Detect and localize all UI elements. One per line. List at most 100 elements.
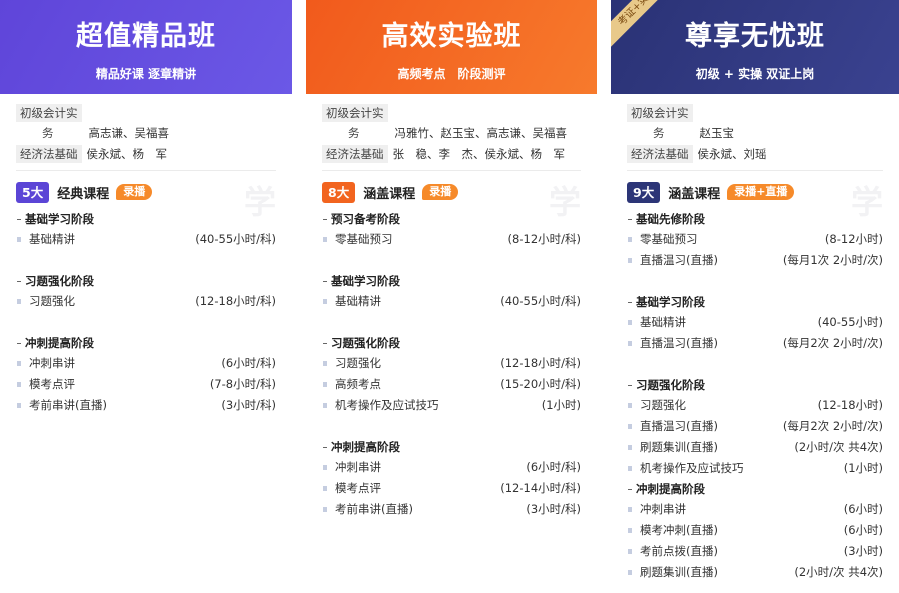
list-item: 习题强化 (12-18小时) xyxy=(627,395,883,416)
teacher-list: 初级会计实 务 冯雅竹、赵玉宝、高志谦、吴福喜 经济法基础 张 稳、李 杰、侯永… xyxy=(322,104,581,164)
card-subtitle: 高频考点 阶段测评 xyxy=(397,67,506,81)
list-item: 冲刺串讲 (6小时/科) xyxy=(16,353,276,374)
card-subtitle: 精品好课 逐章精讲 xyxy=(95,67,197,81)
item-name: 模考冲刺(直播) xyxy=(640,523,718,537)
bullet-icon xyxy=(17,237,21,242)
stage-title: 习题强化阶段 xyxy=(627,375,883,395)
course-count-badge: 9大 xyxy=(627,181,661,203)
item-name: 习题强化 xyxy=(29,294,75,308)
bullet-icon xyxy=(323,361,327,366)
item-hours: (7-8小时/科) xyxy=(209,377,276,391)
item-name: 直播温习(直播) xyxy=(640,336,718,350)
subject-tag: 务 xyxy=(653,126,665,140)
course-summary: 5大 经典课程 录播 学 xyxy=(16,181,276,221)
course-card-efficient[interactable]: 高效实验班 高频考点 阶段测评 初级会计实 务 冯雅竹、赵玉宝、高志谦、吴福喜 … xyxy=(306,0,597,593)
list-item: 考前点拨(直播) (3小时) xyxy=(627,541,883,562)
item-name: 零基础预习 xyxy=(640,232,698,246)
bullet-icon xyxy=(628,403,632,408)
item-name: 考前串讲(直播) xyxy=(29,398,107,412)
item-hours: (12-18小时/科) xyxy=(195,294,276,308)
item-hours: (12-14小时/科) xyxy=(500,481,581,495)
subject-tag: 初级会计实 xyxy=(322,104,388,122)
item-hours: (每月2次 2小时/次) xyxy=(782,336,883,350)
teacher-row: 经济法基础 侯永斌、杨 军 xyxy=(16,144,276,164)
teacher-list: 初级会计实 务 高志谦、吴福喜 经济法基础 侯永斌、杨 军 xyxy=(16,104,276,164)
bullet-icon xyxy=(628,258,632,263)
list-item: 考前串讲(直播) (3小时/科) xyxy=(322,499,581,520)
item-name: 基础精讲 xyxy=(29,232,75,246)
list-item: 机考操作及应试技巧 (1小时) xyxy=(627,458,883,479)
bullet-icon xyxy=(17,299,21,304)
item-name: 机考操作及应试技巧 xyxy=(335,398,439,412)
list-item: 习题强化 (12-18小时/科) xyxy=(16,291,276,312)
item-name: 刷题集训(直播) xyxy=(640,565,718,579)
card-body: 初级会计实 务 冯雅竹、赵玉宝、高志谦、吴福喜 经济法基础 张 稳、李 杰、侯永… xyxy=(306,94,597,520)
course-summary: 9大 涵盖课程 录播+直播 学 xyxy=(627,181,883,221)
item-hours: (1小时) xyxy=(843,461,883,475)
teacher-names: 侯永斌、杨 军 xyxy=(86,147,168,161)
list-item: 直播温习(直播) (每月1次 2小时/次) xyxy=(627,250,883,271)
list-item: 模考点评 (12-14小时/科) xyxy=(322,478,581,499)
item-name: 高频考点 xyxy=(335,377,381,391)
course-card-vip[interactable]: 考证+实 尊享无忧班 初级 + 实操 双证上岗 初级会计实 务 赵玉宝 经济法基… xyxy=(611,0,899,593)
course-comparison-page: 超值精品班 精品好课 逐章精讲 初级会计实 务 高志谦、吴福喜 经济法基础 侯永… xyxy=(0,0,899,593)
item-name: 冲刺串讲 xyxy=(29,356,75,370)
item-name: 模考点评 xyxy=(29,377,75,391)
item-name: 习题强化 xyxy=(640,398,686,412)
item-hours: (1小时) xyxy=(541,398,581,412)
item-hours: (8-12小时/科) xyxy=(507,232,581,246)
bullet-icon xyxy=(628,424,632,429)
item-name: 考前点拨(直播) xyxy=(640,544,718,558)
item-name: 冲刺串讲 xyxy=(640,502,686,516)
list-item: 模考冲刺(直播) (6小时) xyxy=(627,520,883,541)
item-hours: (6小时/科) xyxy=(526,460,581,474)
item-name: 基础精讲 xyxy=(640,315,686,329)
stage-title: 习题强化阶段 xyxy=(322,333,581,353)
card-title: 超值精品班 xyxy=(76,21,216,52)
item-name: 模考点评 xyxy=(335,481,381,495)
bullet-icon xyxy=(17,403,21,408)
item-hours: (每月2次 2小时/次) xyxy=(782,419,883,433)
stage-title: 习题强化阶段 xyxy=(16,271,276,291)
stage-title: 基础先修阶段 xyxy=(627,209,883,229)
delivery-badge: 录播+直播 xyxy=(727,184,795,200)
teacher-row: 初级会计实 xyxy=(16,104,276,122)
delivery-badge: 录播 xyxy=(116,184,153,200)
item-hours: (每月1次 2小时/次) xyxy=(782,253,883,267)
stage-title: 冲刺提高阶段 xyxy=(16,333,276,353)
divider xyxy=(627,170,883,171)
list-item: 直播温习(直播) (每月2次 2小时/次) xyxy=(627,333,883,354)
stage-list: 基础学习阶段 基础精讲 (40-55小时/科) 习题强化阶段 习题强化 (12-18… xyxy=(16,209,276,416)
bullet-icon xyxy=(628,466,632,471)
stage-title: 冲刺提高阶段 xyxy=(627,479,883,499)
bullet-icon xyxy=(628,528,632,533)
item-hours: (12-18小时/科) xyxy=(500,356,581,370)
item-hours: (3小时/科) xyxy=(526,502,581,516)
item-name: 直播温习(直播) xyxy=(640,419,718,433)
item-hours: (3小时/科) xyxy=(221,398,276,412)
card-body: 初级会计实 务 赵玉宝 经济法基础 侯永斌、刘瑶 9大 涵盖课程 录播+直播 学 xyxy=(611,94,899,583)
subject-tag: 初级会计实 xyxy=(16,104,82,122)
card-title: 高效实验班 xyxy=(381,21,522,52)
item-hours: (40-55小时/科) xyxy=(500,294,581,308)
item-name: 直播温习(直播) xyxy=(640,253,718,267)
stage-list: 基础先修阶段 零基础预习 (8-12小时) 直播温习(直播) (每月1次 2小时/次… xyxy=(627,209,883,583)
bullet-icon xyxy=(323,382,327,387)
course-card-premium[interactable]: 超值精品班 精品好课 逐章精讲 初级会计实 务 高志谦、吴福喜 经济法基础 侯永… xyxy=(0,0,292,593)
subject-tag: 务 xyxy=(348,126,360,140)
stage-title: 预习备考阶段 xyxy=(322,209,581,229)
bullet-icon xyxy=(628,549,632,554)
card-body: 初级会计实 务 高志谦、吴福喜 经济法基础 侯永斌、杨 军 5大 经典课程 录播… xyxy=(0,94,292,416)
bullet-icon xyxy=(17,361,21,366)
card-header: 考证+实 尊享无忧班 初级 + 实操 双证上岗 xyxy=(611,0,899,94)
bullet-icon xyxy=(323,237,327,242)
item-hours: (6小时/科) xyxy=(221,356,276,370)
item-hours: (6小时) xyxy=(843,523,883,537)
subject-tag: 经济法基础 xyxy=(322,145,388,163)
teacher-names: 高志谦、吴福喜 xyxy=(88,126,170,140)
list-item: 零基础预习 (8-12小时) xyxy=(627,229,883,250)
item-hours: (40-55小时/科) xyxy=(195,232,276,246)
list-item: 刷题集训(直播) (2小时/次 共4次) xyxy=(627,437,883,458)
teacher-list: 初级会计实 务 赵玉宝 经济法基础 侯永斌、刘瑶 xyxy=(627,104,883,164)
bullet-icon xyxy=(323,299,327,304)
